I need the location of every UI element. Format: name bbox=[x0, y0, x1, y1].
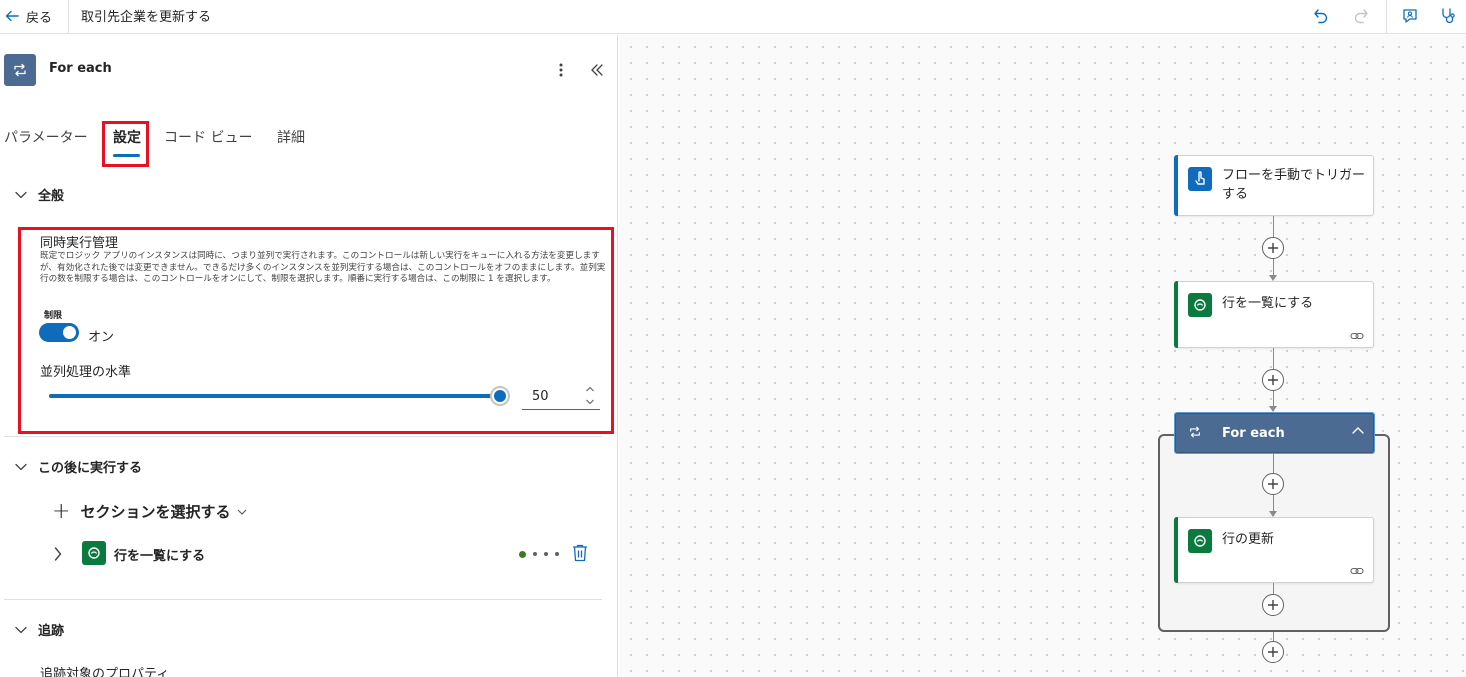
loop-icon bbox=[1190, 426, 1200, 438]
undo-button[interactable] bbox=[1309, 5, 1333, 27]
insert-step-button[interactable] bbox=[1262, 237, 1284, 259]
flow-checker-button[interactable] bbox=[1436, 5, 1460, 27]
insert-step-button[interactable] bbox=[1262, 369, 1284, 391]
action-title: For each bbox=[49, 61, 112, 76]
node-update-row-label: 行の更新 bbox=[1222, 532, 1275, 547]
section-general-header[interactable]: 全般 bbox=[14, 185, 64, 204]
chevron-right-icon[interactable] bbox=[53, 546, 63, 562]
link-icon bbox=[1350, 332, 1364, 340]
chevron-down-icon bbox=[15, 191, 27, 198]
select-section-label: セクションを選択する bbox=[80, 503, 231, 521]
tab-parameters[interactable]: パラメーター bbox=[4, 127, 88, 147]
loop-icon bbox=[14, 63, 26, 77]
back-label: 戻る bbox=[26, 10, 53, 26]
tab-details[interactable]: 詳細 bbox=[277, 127, 305, 147]
flow-title: 取引先企業を更新する bbox=[81, 10, 212, 25]
plus-icon bbox=[1268, 375, 1278, 385]
parallelism-label: 並列処理の水準 bbox=[40, 365, 132, 380]
plus-icon bbox=[1268, 479, 1278, 489]
node-trigger-label: フローを手動でトリガーする bbox=[1222, 168, 1366, 202]
undo-icon bbox=[1314, 9, 1328, 24]
section-tracking-header[interactable]: 追跡 bbox=[14, 620, 64, 639]
plus-icon bbox=[1268, 600, 1278, 610]
chevron-down-icon[interactable] bbox=[584, 396, 596, 408]
tab-code-view[interactable]: コード ビュー bbox=[164, 127, 252, 147]
node-list-rows-label: 行を一覧にする bbox=[1222, 296, 1314, 311]
foreach-action-icon bbox=[4, 54, 36, 86]
section-tracking-label: 追跡 bbox=[38, 624, 65, 639]
chevron-down-icon bbox=[15, 626, 27, 633]
feedback-button[interactable] bbox=[1398, 5, 1422, 27]
run-after-status-selector[interactable] bbox=[519, 551, 559, 558]
tracked-properties-label: 追跡対象のプロパティ bbox=[40, 667, 170, 677]
node-list-rows[interactable]: 行を一覧にする bbox=[1174, 281, 1374, 348]
parallelism-slider-thumb[interactable] bbox=[490, 386, 510, 406]
chevron-down-icon bbox=[15, 463, 27, 470]
top-bar: 戻る 取引先企業を更新する bbox=[0, 0, 1466, 34]
more-options-button[interactable] bbox=[552, 59, 570, 81]
dataverse-icon bbox=[1188, 529, 1212, 553]
highlight-box-settings-tab bbox=[102, 121, 149, 167]
insert-step-button[interactable] bbox=[1262, 594, 1284, 616]
run-after-item-label: 行を一覧にする bbox=[114, 549, 206, 564]
section-run-after-header[interactable]: この後に実行する bbox=[14, 457, 142, 476]
divider bbox=[4, 599, 602, 600]
back-arrow-icon bbox=[5, 10, 19, 22]
feedback-icon bbox=[1403, 9, 1417, 23]
section-general-label: 全般 bbox=[38, 189, 65, 204]
chevron-up-icon[interactable] bbox=[584, 383, 596, 395]
delete-icon[interactable] bbox=[571, 543, 589, 563]
parallelism-number-input[interactable]: 50 bbox=[522, 382, 600, 410]
dataverse-icon bbox=[1188, 293, 1212, 317]
action-settings-panel: For each パラメーター 設定 コード ビュー 詳細 全般 同時実行管理 … bbox=[0, 35, 618, 677]
divider bbox=[4, 436, 602, 437]
more-vertical-icon bbox=[559, 63, 563, 77]
flow-checker-icon bbox=[1442, 8, 1455, 24]
chevron-down-icon bbox=[238, 509, 247, 515]
redo-button[interactable] bbox=[1349, 5, 1373, 27]
toggle-state-label: オン bbox=[88, 330, 115, 345]
divider bbox=[1386, 0, 1387, 34]
concurrency-title: 同時実行管理 bbox=[40, 236, 119, 251]
plus-icon bbox=[1268, 647, 1278, 657]
dataverse-icon bbox=[82, 541, 106, 565]
section-run-after-label: この後に実行する bbox=[38, 461, 143, 476]
plus-icon: + bbox=[52, 498, 71, 524]
chevron-up-icon[interactable] bbox=[1351, 425, 1365, 435]
redo-icon bbox=[1354, 9, 1368, 24]
run-after-item: 行を一覧にする bbox=[50, 541, 600, 567]
node-update-row[interactable]: 行の更新 bbox=[1174, 517, 1374, 583]
insert-step-button[interactable] bbox=[1262, 641, 1284, 663]
back-button[interactable]: 戻る bbox=[4, 5, 52, 27]
concurrency-description: 既定でロジック アプリのインスタンスは同時に、つまり並列で実行されます。このコン… bbox=[40, 251, 606, 284]
concurrency-limit-toggle[interactable] bbox=[39, 323, 79, 342]
manual-trigger-icon bbox=[1188, 167, 1212, 191]
select-section-button[interactable]: + セクションを選択する bbox=[52, 498, 248, 524]
parallelism-slider-track[interactable] bbox=[49, 394, 500, 398]
connector-arrow bbox=[1269, 406, 1277, 412]
double-chevron-left-icon bbox=[591, 64, 603, 76]
plus-icon bbox=[1268, 243, 1278, 253]
link-icon bbox=[1350, 567, 1364, 575]
node-foreach-label: For each bbox=[1222, 426, 1285, 441]
collapse-panel-button[interactable] bbox=[588, 59, 606, 81]
insert-step-button[interactable] bbox=[1262, 473, 1284, 495]
flow-designer-canvas[interactable]: フローを手動でトリガーする 行を一覧にする For each 行の更新 bbox=[619, 35, 1466, 677]
node-foreach[interactable]: For each bbox=[1174, 412, 1375, 454]
parallelism-value: 50 bbox=[532, 389, 549, 404]
node-manual-trigger[interactable]: フローを手動でトリガーする bbox=[1174, 155, 1374, 216]
limit-label: 制限 bbox=[44, 311, 63, 321]
divider bbox=[68, 0, 69, 34]
